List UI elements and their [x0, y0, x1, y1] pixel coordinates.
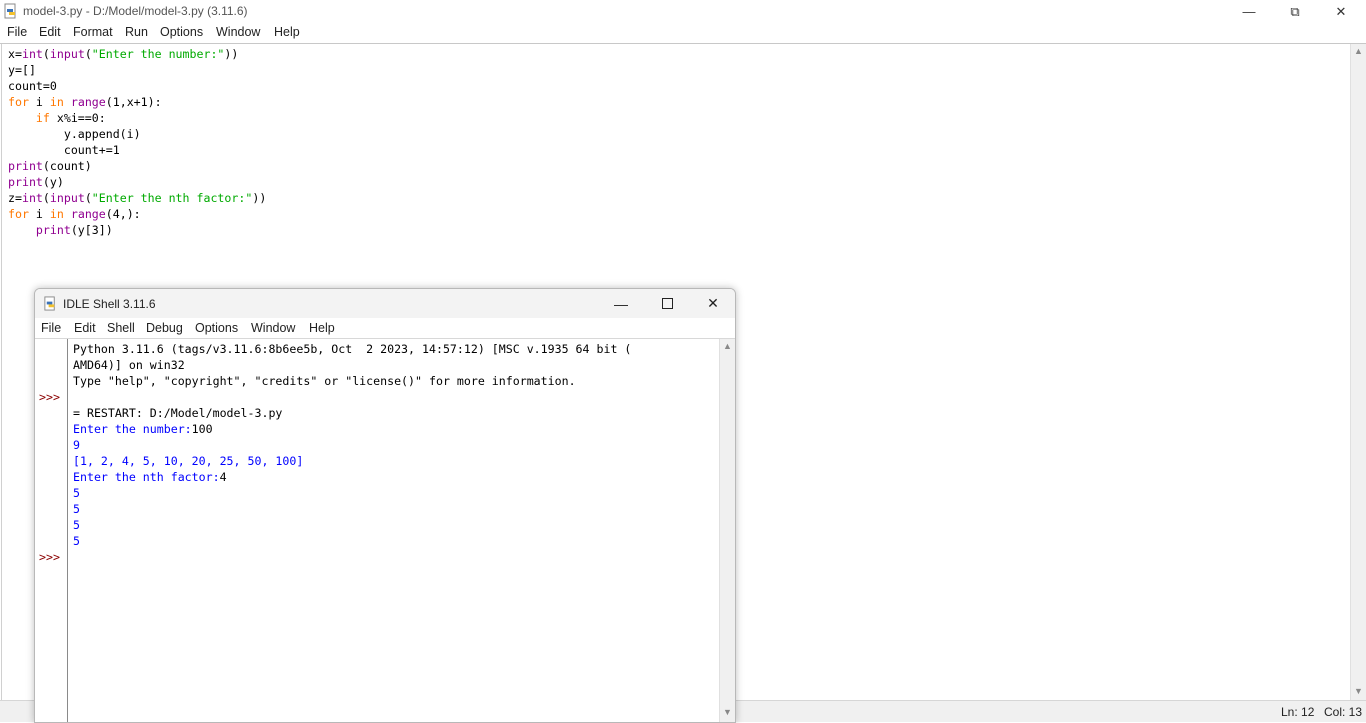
editor-title: model-3.py - D:/Model/model-3.py (3.11.6…	[23, 4, 248, 18]
shell-menu-debug[interactable]: Debug	[146, 321, 183, 335]
shell-prompt: >>>	[39, 550, 60, 564]
shell-menu-window[interactable]: Window	[251, 321, 295, 335]
shell-scrollbar[interactable]: ▲ ▼	[719, 339, 735, 722]
code-line[interactable]: x=int(input("Enter the number:"))	[8, 47, 238, 61]
scroll-down-icon[interactable]: ▼	[1354, 686, 1363, 696]
code-line[interactable]: for i in range(1,x+1):	[8, 95, 162, 109]
shell-title: IDLE Shell 3.11.6	[63, 297, 156, 311]
restore-icon: ⧉	[1290, 3, 1300, 19]
python-file-icon	[4, 3, 16, 19]
code-line[interactable]: z=int(input("Enter the nth factor:"))	[8, 191, 266, 205]
column-number: Col: 13	[1324, 705, 1363, 719]
user-input: 4	[219, 470, 227, 484]
output-line: 5	[73, 534, 80, 548]
code-line[interactable]: if x%i==0:	[8, 111, 106, 125]
line-number: Ln: 12	[1281, 705, 1315, 719]
code-text[interactable]: x=int(input("Enter the number:")) y=[] c…	[8, 46, 266, 238]
menu-window[interactable]: Window	[216, 25, 260, 39]
output-line: [1, 2, 4, 5, 10, 20, 25, 50, 100]	[73, 454, 304, 468]
editor-titlebar: model-3.py - D:/Model/model-3.py (3.11.6…	[0, 0, 1366, 23]
shell-titlebar: IDLE Shell 3.11.6 — ✕	[35, 289, 735, 318]
menu-options[interactable]: Options	[160, 25, 203, 39]
menu-format[interactable]: Format	[73, 25, 113, 39]
shell-maximize-button[interactable]	[644, 289, 690, 318]
shell-prompt: >>>	[39, 390, 60, 404]
shell-menu-shell[interactable]: Shell	[107, 321, 135, 335]
restart-line: = RESTART: D:/Model/model-3.py	[73, 406, 283, 420]
minimize-button[interactable]: —	[1226, 0, 1272, 23]
output-line: 5	[73, 502, 80, 516]
code-line[interactable]: print(y[3])	[8, 223, 113, 237]
idle-shell-window: IDLE Shell 3.11.6 — ✕ File Edit Shell De…	[34, 288, 736, 723]
scroll-up-icon[interactable]: ▲	[1354, 46, 1363, 56]
python-shell-icon	[44, 296, 55, 311]
output-line: 5	[73, 486, 80, 500]
scroll-down-icon[interactable]: ▼	[723, 707, 732, 717]
scroll-up-icon[interactable]: ▲	[723, 341, 732, 351]
close-button[interactable]: ✕	[1318, 0, 1364, 23]
output-line: 5	[73, 518, 80, 532]
shell-minimize-button[interactable]: —	[598, 289, 644, 318]
editor-menubar: File Edit Format Run Options Window Help	[0, 23, 1366, 43]
code-line[interactable]: print(y)	[8, 175, 64, 189]
shell-divider	[35, 338, 735, 339]
code-line[interactable]: y=[]	[8, 63, 36, 77]
input-prompt: Enter the number:	[73, 422, 192, 436]
code-line[interactable]: count+=1	[8, 143, 120, 157]
shell-menu-edit[interactable]: Edit	[74, 321, 96, 335]
code-line[interactable]: count=0	[8, 79, 57, 93]
shell-menu-options[interactable]: Options	[195, 321, 238, 335]
shell-menu-file[interactable]: File	[41, 321, 61, 335]
banner-line: Python 3.11.6 (tags/v3.11.6:8b6ee5b, Oct…	[73, 342, 632, 356]
menu-file[interactable]: File	[7, 25, 27, 39]
input-prompt: Enter the nth factor:	[73, 470, 220, 484]
code-line[interactable]: print(count)	[8, 159, 92, 173]
code-line[interactable]: y.append(i)	[8, 127, 141, 141]
close-icon: ✕	[1335, 3, 1347, 19]
maximize-icon	[661, 298, 673, 309]
shell-menu-help[interactable]: Help	[309, 321, 335, 335]
menu-run[interactable]: Run	[125, 25, 148, 39]
minimize-icon: —	[1242, 4, 1256, 19]
close-icon: ✕	[707, 295, 719, 311]
restore-button[interactable]: ⧉	[1272, 0, 1318, 23]
minimize-icon: —	[614, 295, 628, 312]
shell-menubar: File Edit Shell Debug Options Window Hel…	[35, 318, 735, 338]
code-line[interactable]: for i in range(4,):	[8, 207, 141, 221]
shell-prompt-gutter: >>> >>>	[35, 339, 68, 722]
banner-line: AMD64)] on win32	[73, 358, 185, 372]
output-line: 9	[73, 438, 80, 452]
shell-output[interactable]: Python 3.11.6 (tags/v3.11.6:8b6ee5b, Oct…	[73, 341, 631, 549]
shell-close-button[interactable]: ✕	[690, 289, 735, 318]
menu-help[interactable]: Help	[274, 25, 300, 39]
menu-edit[interactable]: Edit	[39, 25, 61, 39]
banner-line: Type "help", "copyright", "credits" or "…	[73, 374, 576, 388]
user-input: 100	[191, 422, 213, 436]
editor-scrollbar[interactable]: ▲ ▼	[1350, 44, 1366, 700]
